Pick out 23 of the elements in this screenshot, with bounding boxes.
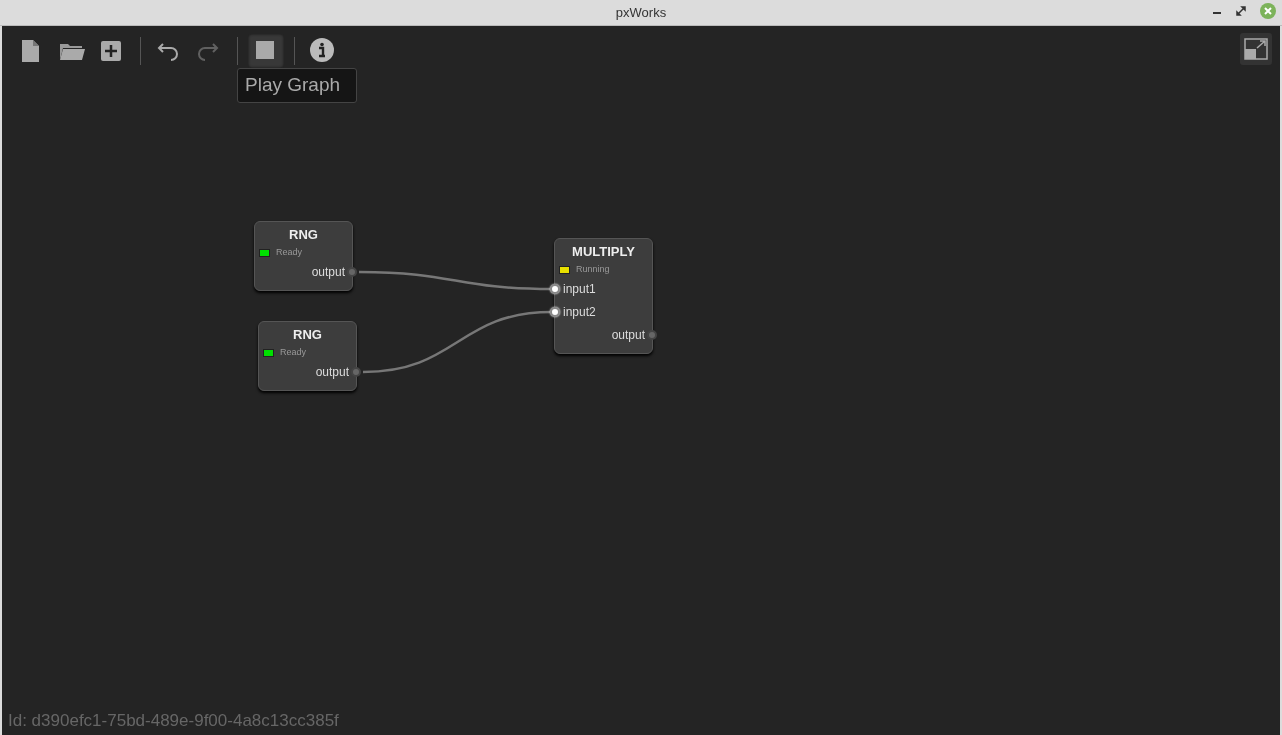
stop-square-button[interactable] (248, 34, 284, 68)
graph-id-text: Id: d390efc1-75bd-489e-9f00-4a8c13cc385f (8, 709, 339, 732)
output-port[interactable] (351, 367, 361, 377)
node-status: Ready (280, 345, 306, 359)
port-label: output (315, 364, 349, 381)
fullscreen-button[interactable] (1240, 33, 1272, 65)
port-label: input1 (563, 281, 596, 298)
restore-icon[interactable] (1236, 6, 1246, 16)
port-label: output (611, 327, 645, 344)
window-title: pxWorks (615, 3, 667, 22)
node-status: Ready (276, 245, 302, 259)
node-status: Running (576, 262, 610, 276)
port-label: input2 (563, 304, 596, 321)
port-label: output (311, 264, 345, 281)
input-port[interactable] (550, 284, 560, 294)
node-title: RNG (288, 226, 319, 244)
info-icon (310, 38, 336, 64)
tooltip: Play Graph (237, 68, 358, 103)
output-port[interactable] (347, 267, 357, 277)
output-port[interactable] (647, 330, 657, 340)
node-title: RNG (292, 326, 323, 344)
node-title: MULTIPLY (571, 243, 636, 261)
input-port[interactable] (550, 307, 560, 317)
